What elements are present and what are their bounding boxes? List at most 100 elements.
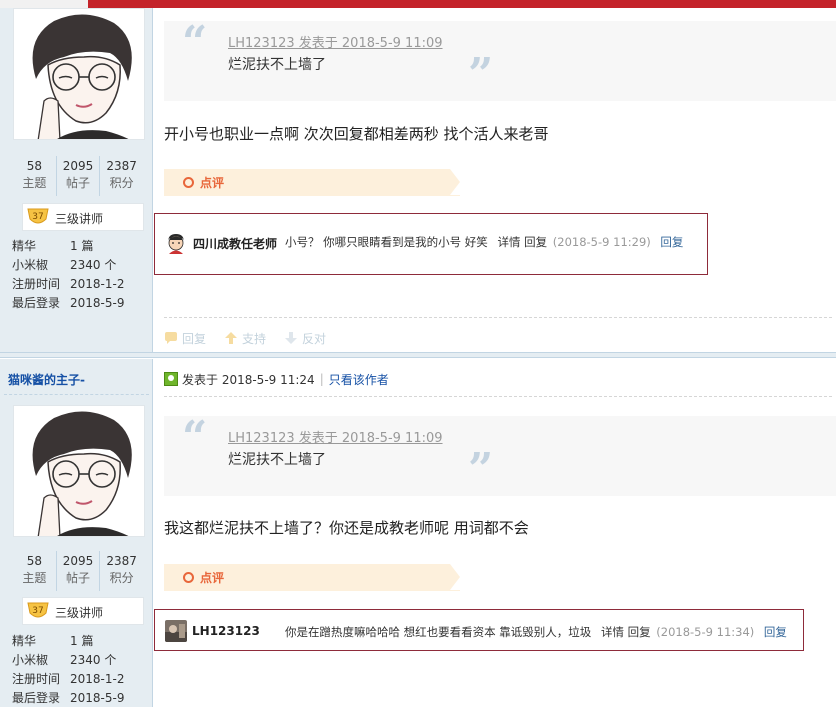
oppose-action[interactable]: 反对 [284,329,326,347]
comment-detail-link[interactable]: 详情 [601,625,624,639]
commenter-name[interactable]: 四川成教任老师 [193,235,277,252]
actions-divider [164,317,832,318]
top-nav-bar [0,0,836,8]
comment-time: (2018-5-9 11:34) [656,625,755,639]
thumbs-down-arrow-icon [285,332,298,344]
author-stats: 58 主题 2095 帖子 2387 积分 [13,551,143,591]
quote-block: “ LH123123 发表于 2018-5-9 11:09 烂泥扶不上墙了 ” [164,21,836,101]
stat-points-count: 2387 [106,554,137,568]
info-key: 最后登录 [12,691,61,705]
quote-header-link[interactable]: LH123123 发表于 2018-5-9 11:09 [228,32,443,51]
rank-level: 37 [32,212,43,222]
author-avatar[interactable] [13,405,145,537]
info-key: 精华 [12,239,37,253]
stat-posts-count: 2095 [62,554,94,568]
stat-points[interactable]: 2387 积分 [100,156,143,196]
dianping-label: 点评 [200,176,225,190]
top-nav-tab[interactable] [0,0,88,8]
commenter-avatar-icon [165,232,187,254]
quote-header-link[interactable]: LH123123 发表于 2018-5-9 11:09 [228,427,443,446]
info-value: 2018-1-2 [70,277,125,291]
dianping-ring-icon [183,572,194,583]
avatar-illustration [14,406,144,536]
reply-bubble-icon [165,332,177,344]
stat-posts[interactable]: 2095 帖子 [57,551,101,591]
stat-topics-label: 主题 [22,571,47,585]
stat-posts[interactable]: 2095 帖子 [57,156,101,196]
support-action-label: 支持 [242,331,267,346]
quote-block: “ LH123123 发表于 2018-5-9 11:09 烂泥扶不上墙了 ” [164,416,836,496]
stat-points-label: 积分 [109,176,134,190]
oppose-action-label: 反对 [302,331,327,346]
comment-text: 你是在蹭热度嘛哈哈哈 想红也要看看资本 靠诋毁别人，垃圾 [285,625,592,639]
post-meta: 发表于 2018-5-9 11:24 | 只看该作者 [164,370,389,388]
comment-reply-link[interactable]: 回复 [764,625,787,639]
info-value: 2340 个 [70,258,117,272]
post-separator [0,352,836,358]
commenter-avatar[interactable] [165,620,187,642]
dianping-button[interactable]: 点评 [164,169,460,196]
info-row-registered: 注册时间 2018-1-2 [12,275,147,294]
stat-posts-label: 帖子 [66,176,91,190]
commenter-name[interactable]: LH123123 [192,624,260,638]
comment-time: (2018-5-9 11:29) [552,235,651,249]
dianping-button[interactable]: 点评 [164,564,460,591]
reply-action[interactable]: 回复 [164,329,206,347]
dianping-ring-icon [183,177,194,188]
stat-topics-label: 主题 [22,176,47,190]
support-action[interactable]: 支持 [224,329,266,347]
info-value: 2340 个 [70,653,117,667]
avatar-illustration [14,9,144,139]
comment-detail-link[interactable]: 详情 [497,235,520,249]
info-row-pepper: 小米椒 2340 个 [12,256,147,275]
close-quote-icon: ” [468,444,494,495]
reply-action-label: 回复 [182,331,207,346]
info-row-pepper: 小米椒 2340 个 [12,651,147,670]
author-avatar[interactable] [13,8,145,140]
stat-points-label: 积分 [109,571,134,585]
comment-reply-label: 回复 [524,235,548,249]
thumbs-up-arrow-icon [225,332,238,344]
post-time: 发表于 2018-5-9 11:24 [182,372,315,387]
info-key: 最后登录 [12,296,61,310]
stat-topics-count: 58 [26,159,42,173]
rank-medal-icon: 37 [27,208,49,224]
close-quote-icon: ” [468,49,494,100]
stat-topics[interactable]: 58 主题 [13,551,57,591]
meta-divider [164,396,832,397]
comment-line: 你是在蹭热度嘛哈哈哈 想红也要看看资本 靠诋毁别人，垃圾 详情 回复 (2018… [285,624,787,640]
commenter-avatar[interactable] [165,232,187,254]
stat-points[interactable]: 2387 积分 [100,551,143,591]
comment-reply-label: 回复 [627,625,651,639]
stat-posts-label: 帖子 [66,571,91,585]
info-value: 2018-5-9 [70,296,125,310]
quote-body: 烂泥扶不上墙了 [228,57,326,73]
rank-medal-icon: 37 [27,602,49,618]
stat-points-count: 2387 [106,159,137,173]
rank-badge[interactable]: 37 三级讲师 [22,597,144,625]
only-author-link[interactable]: 只看该作者 [329,371,389,388]
rank-title: 三级讲师 [55,212,104,226]
stat-posts-count: 2095 [62,159,94,173]
author-info: 精华 1 篇 小米椒 2340 个 注册时间 2018-1-2 最后登录 2018-5-… [12,632,147,707]
author-divider [4,394,149,395]
author-name-link[interactable]: 猫咪酱的主子- [8,371,85,388]
info-row-essence: 精华 1 篇 [12,632,147,651]
comment-line: 小号？ 你哪只眼睛看到是我的小号 好笑 详情 回复 (2018-5-9 11:2… [285,234,683,250]
info-row-registered: 注册时间 2018-1-2 [12,670,147,689]
meta-separator: | [319,372,324,386]
stat-topics[interactable]: 58 主题 [13,156,57,196]
info-row-essence: 精华 1 篇 [12,237,147,256]
author-stats: 58 主题 2095 帖子 2387 积分 [13,156,143,196]
comment-reply-link[interactable]: 回复 [660,235,683,249]
rank-level: 37 [32,606,43,616]
post-content: 开小号也职业一点啊 次次回复都相差两秒 找个活人来老哥 [164,125,549,143]
comment-item: LH123123 你是在蹭热度嘛哈哈哈 想红也要看看资本 靠诋毁别人，垃圾 详情… [154,609,804,651]
info-value: 2018-5-9 [70,691,125,705]
info-key: 注册时间 [12,672,61,686]
info-key: 小米椒 [12,258,49,272]
commenter-avatar-icon [165,620,187,642]
dianping-label: 点评 [200,571,225,585]
rank-badge[interactable]: 37 三级讲师 [22,203,144,231]
info-value: 1 篇 [70,239,94,253]
